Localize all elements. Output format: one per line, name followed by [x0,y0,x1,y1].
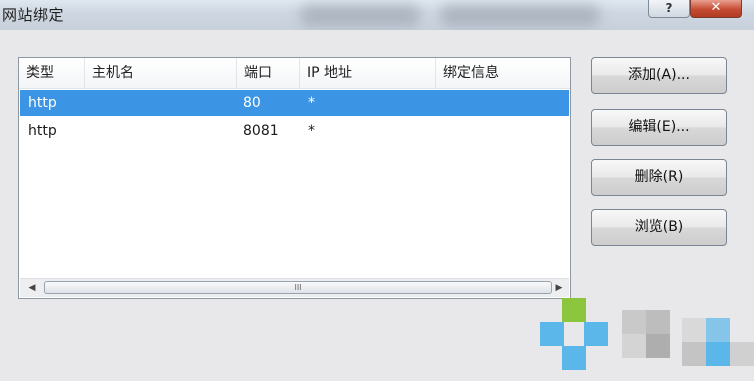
column-header-port[interactable]: 端口 [237,58,300,88]
cell-type: http [28,123,57,139]
close-button[interactable]: ✕ [690,0,742,18]
add-button[interactable]: 添加(A)... [591,57,727,94]
scroll-thumb[interactable]: III [44,281,552,294]
column-header-type[interactable]: 类型 [19,58,85,88]
remove-button[interactable]: 删除(R) [591,159,727,196]
scroll-grip-icon: III [294,283,302,292]
horizontal-scrollbar[interactable]: ◀ III ▶ [20,278,569,297]
title-bar: 网站绑定 ? ✕ [0,0,754,30]
list-header: 类型 主机名 端口 IP 地址 绑定信息 [19,58,570,89]
scroll-left-arrow-icon[interactable]: ◀ [22,279,42,297]
column-header-binding-info[interactable]: 绑定信息 [436,58,570,88]
cell-port: 80 [243,95,261,111]
cell-port: 8081 [243,123,279,139]
cell-ip: * [308,95,315,111]
bindings-list[interactable]: 类型 主机名 端口 IP 地址 绑定信息 http 80 * http 8081… [18,57,571,299]
help-button[interactable]: ? [648,0,690,18]
edit-button[interactable]: 编辑(E)... [591,109,727,146]
cell-ip: * [308,123,315,139]
table-row[interactable]: http 8081 * [20,118,569,144]
browse-button[interactable]: 浏览(B) [591,209,727,246]
site-watermark [532,288,754,381]
cell-type: http [28,95,57,111]
column-header-ip[interactable]: IP 地址 [300,58,436,88]
table-row[interactable]: http 80 * [20,90,569,116]
column-header-host[interactable]: 主机名 [85,58,237,88]
window-title: 网站绑定 [2,6,65,24]
